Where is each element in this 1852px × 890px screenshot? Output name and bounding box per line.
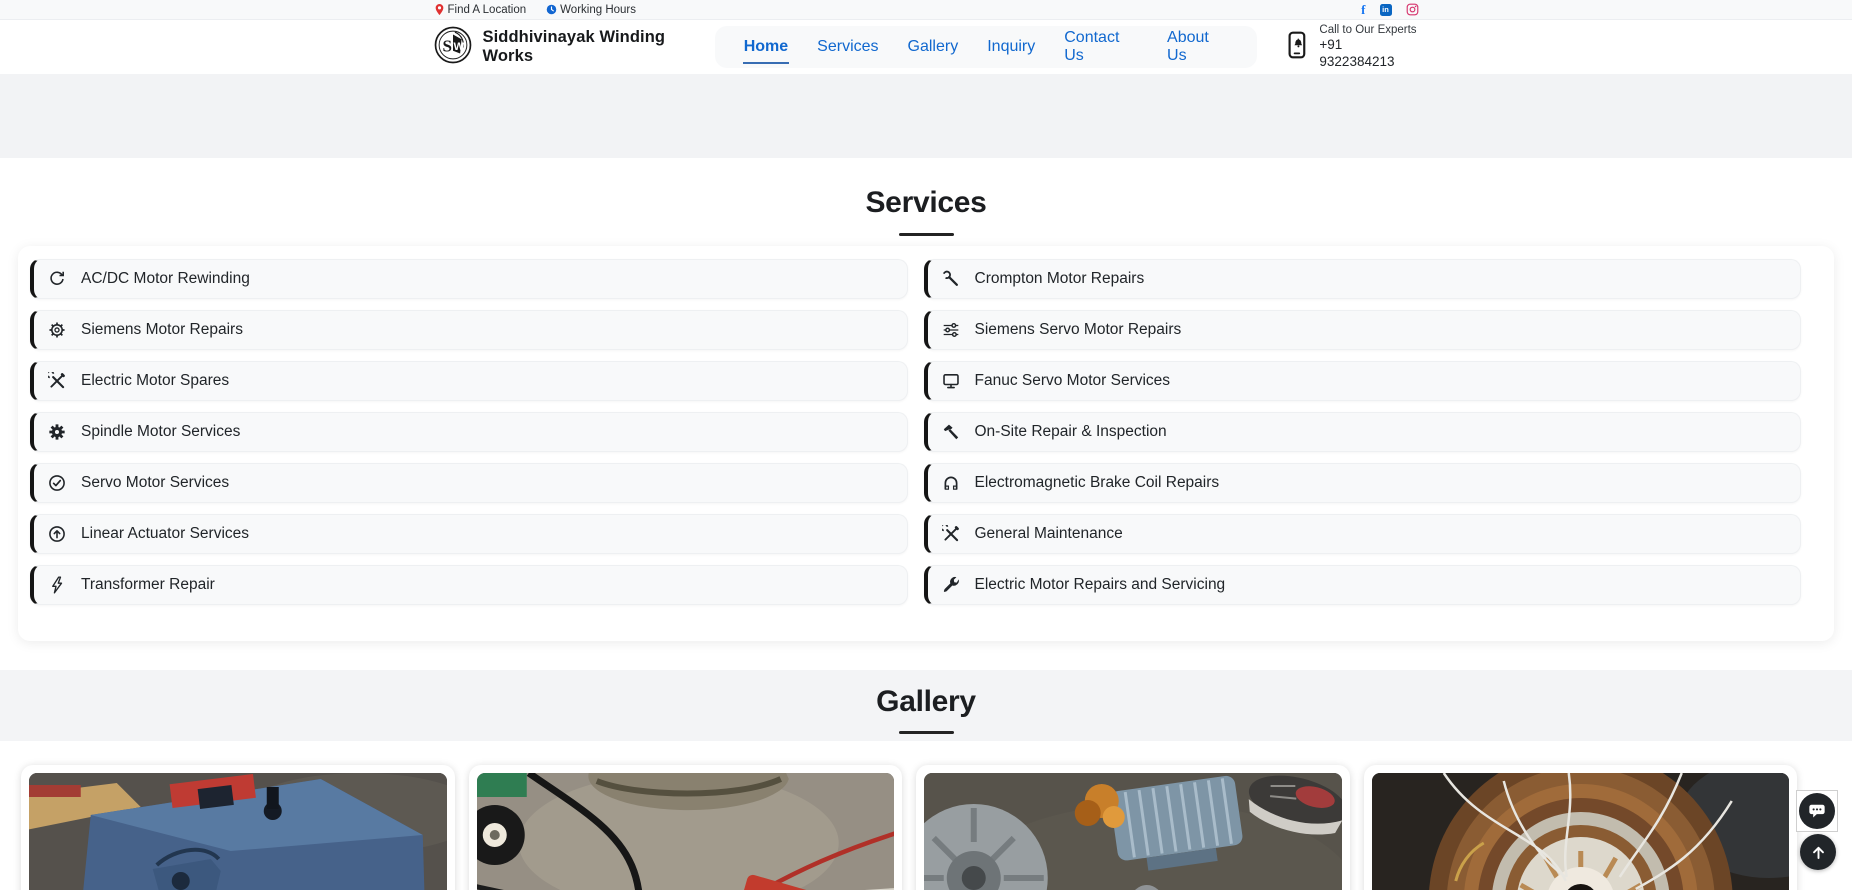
location-pin-icon (434, 3, 445, 16)
main-header: S W Siddhivinayak Winding Works Home Serv… (0, 20, 1852, 74)
gear-icon (48, 321, 66, 339)
sliders-icon (942, 321, 960, 339)
service-label: Linear Actuator Services (81, 525, 249, 543)
service-item[interactable]: Spindle Motor Services (30, 412, 908, 452)
nav-link-about-us[interactable]: About Us (1166, 21, 1229, 73)
service-label: Siemens Motor Repairs (81, 321, 243, 339)
nav-link-home[interactable]: Home (743, 30, 789, 64)
nav-link-inquiry[interactable]: Inquiry (986, 30, 1036, 64)
services-column-left: AC/DC Motor Rewinding Siemens Motor Repai… (30, 259, 908, 605)
service-label: Electromagnetic Brake Coil Repairs (975, 474, 1220, 492)
services-column-right: Crompton Motor Repairs Siemens Servo Moto… (924, 259, 1802, 605)
magnet-icon (942, 474, 960, 492)
service-label: Electric Motor Spares (81, 372, 229, 390)
gallery-card-stator-coil-winding-closeup[interactable] (1364, 765, 1798, 890)
service-label: General Maintenance (975, 525, 1123, 543)
service-label: AC/DC Motor Rewinding (81, 270, 250, 288)
service-item[interactable]: Crompton Motor Repairs (924, 259, 1802, 299)
service-item[interactable]: Siemens Servo Motor Repairs (924, 310, 1802, 350)
services-container: AC/DC Motor Rewinding Siemens Motor Repai… (18, 246, 1834, 641)
gallery-card-workshop-cables-and-red-box[interactable] (469, 765, 903, 890)
linkedin-icon[interactable]: in (1380, 4, 1392, 16)
services-section: Services AC/DC Motor Rewinding Siemens Mo… (0, 158, 1852, 670)
gallery-card-blue-motor-on-wooden-pallet[interactable] (21, 765, 455, 890)
chat-widget-frame (1796, 790, 1838, 832)
services-title-underline (899, 233, 954, 236)
tools-icon (942, 525, 960, 543)
clock-icon (546, 4, 557, 15)
svg-text:S: S (442, 36, 452, 55)
working-hours-label: Working Hours (560, 4, 636, 16)
find-location-link[interactable]: Find A Location (434, 3, 527, 16)
service-item[interactable]: Transformer Repair (30, 565, 908, 605)
service-item[interactable]: AC/DC Motor Rewinding (30, 259, 908, 299)
service-item[interactable]: Fanuc Servo Motor Services (924, 361, 1802, 401)
svg-text:W: W (453, 41, 464, 53)
scroll-top-button[interactable] (1800, 834, 1836, 870)
service-label: Siemens Servo Motor Repairs (975, 321, 1182, 339)
main-nav: HomeServicesGalleryInquiryContact UsAbou… (715, 26, 1258, 68)
gallery-title: Gallery (0, 685, 1852, 719)
gallery-image-blue-motor-on-wooden-pallet (29, 773, 447, 890)
service-label: Spindle Motor Services (81, 423, 240, 441)
working-hours-link[interactable]: Working Hours (546, 4, 636, 16)
find-location-label: Find A Location (448, 4, 527, 16)
tools-icon (48, 372, 66, 390)
brand-logo-icon: S W (434, 26, 472, 69)
gallery-row (21, 765, 1797, 890)
wrench-icon (942, 270, 960, 288)
service-label: Transformer Repair (81, 576, 215, 594)
service-label: On-Site Repair & Inspection (975, 423, 1167, 441)
wrench-solid-icon (942, 576, 960, 594)
cog-icon (48, 423, 66, 441)
nav-link-gallery[interactable]: Gallery (907, 30, 960, 64)
brand-name: Siddhivinayak Winding Works (483, 28, 715, 66)
check-circle-icon (48, 474, 66, 492)
call-block: Call to Our Experts +91 9322384213 (1287, 23, 1418, 71)
hero-bottom-strip (0, 74, 1852, 158)
service-item[interactable]: Siemens Motor Repairs (30, 310, 908, 350)
brand[interactable]: S W Siddhivinayak Winding Works (434, 26, 715, 69)
service-label: Servo Motor Services (81, 474, 229, 492)
display-icon (942, 372, 960, 390)
service-label: Fanuc Servo Motor Services (975, 372, 1171, 390)
service-item[interactable]: Electric Motor Repairs and Servicing (924, 565, 1802, 605)
service-item[interactable]: Linear Actuator Services (30, 514, 908, 554)
service-item[interactable]: General Maintenance (924, 514, 1802, 554)
arrow-up-circle-icon (48, 525, 66, 543)
page: Find A Location Working Hours f in (0, 0, 1852, 890)
gallery-image-stator-coil-winding-closeup (1372, 773, 1790, 890)
call-phone-number[interactable]: +91 9322384213 (1319, 37, 1418, 71)
facebook-icon[interactable]: f (1361, 2, 1365, 18)
phone-icon (1287, 31, 1309, 64)
hammer-icon (942, 423, 960, 441)
instagram-icon[interactable] (1406, 3, 1419, 16)
nav-link-contact-us[interactable]: Contact Us (1063, 21, 1139, 73)
service-label: Electric Motor Repairs and Servicing (975, 576, 1226, 594)
lightning-icon (48, 576, 66, 594)
call-label: Call to Our Experts (1319, 23, 1418, 37)
service-item[interactable]: Electric Motor Spares (30, 361, 908, 401)
rotate-cw-icon (48, 270, 66, 288)
services-title: Services (0, 186, 1852, 220)
topbar: Find A Location Working Hours f in (0, 0, 1852, 20)
gallery-title-strip: Gallery (0, 670, 1852, 741)
service-label: Crompton Motor Repairs (975, 270, 1145, 288)
service-item[interactable]: Servo Motor Services (30, 463, 908, 503)
gallery-title-underline (899, 731, 954, 734)
gallery-image-workshop-cables-and-red-box (477, 773, 895, 890)
gallery-card-disassembled-motor-parts-on-floor[interactable] (916, 765, 1350, 890)
gallery-section (0, 741, 1852, 890)
service-item[interactable]: On-Site Repair & Inspection (924, 412, 1802, 452)
nav-link-services[interactable]: Services (816, 30, 879, 64)
chat-button[interactable] (1799, 793, 1835, 829)
gallery-image-disassembled-motor-parts-on-floor (924, 773, 1342, 890)
service-item[interactable]: Electromagnetic Brake Coil Repairs (924, 463, 1802, 503)
